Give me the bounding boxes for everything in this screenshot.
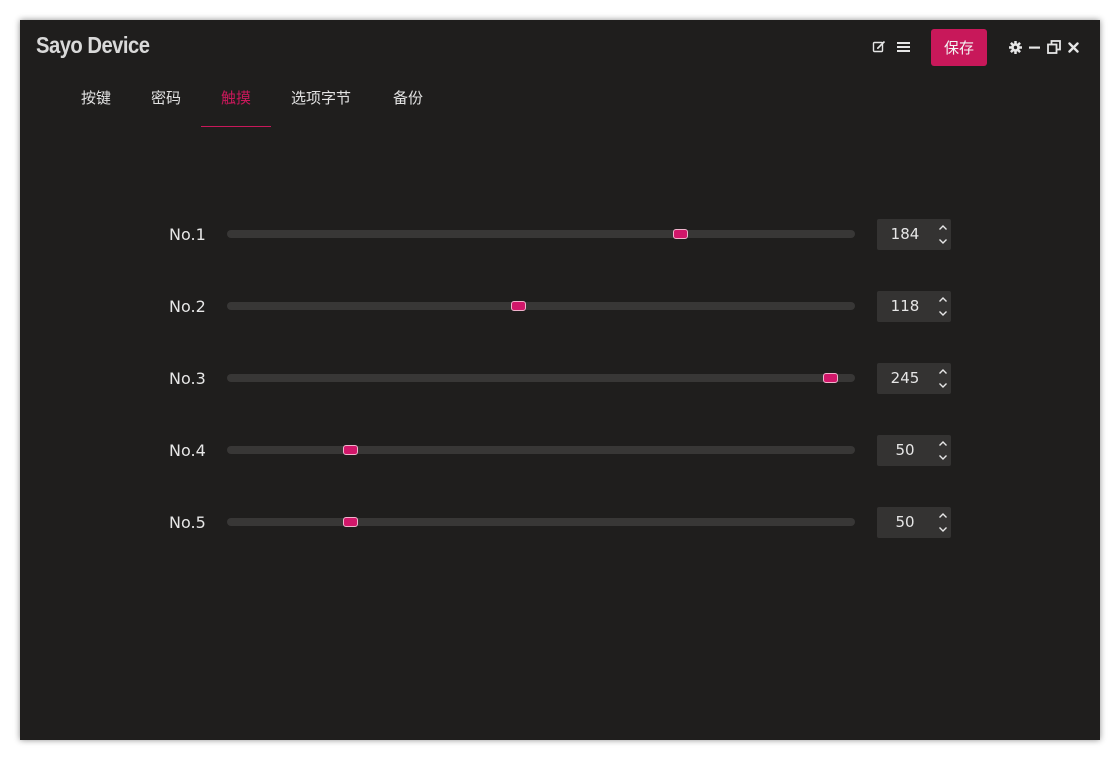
value-spinbox[interactable]: 50: [877, 507, 951, 538]
spin-down-icon[interactable]: [935, 522, 951, 537]
slider-track[interactable]: [227, 229, 855, 239]
spin-down-icon[interactable]: [935, 306, 951, 321]
save-button[interactable]: 保存: [931, 29, 987, 66]
spinbox-value[interactable]: 184: [877, 219, 933, 250]
value-spinbox[interactable]: 245: [877, 363, 951, 394]
close-icon[interactable]: [1066, 39, 1080, 55]
slider-thumb[interactable]: [673, 229, 689, 239]
slider-track[interactable]: [227, 445, 855, 455]
spinbox-value[interactable]: 50: [877, 507, 933, 538]
value-spinbox[interactable]: 50: [877, 435, 951, 466]
gear-icon[interactable]: [1007, 39, 1023, 55]
slider-row: No.3 245: [20, 363, 1100, 395]
restore-icon[interactable]: [1046, 39, 1062, 55]
tab-touch[interactable]: 触摸: [201, 80, 271, 127]
spin-up-icon[interactable]: [935, 220, 951, 235]
spin-up-icon[interactable]: [935, 436, 951, 451]
app-window: Sayo Device 保存 按键 密码 触摸 选项字节 备份 No.1 184…: [20, 20, 1100, 740]
spin-down-icon[interactable]: [935, 378, 951, 393]
tab-password[interactable]: 密码: [142, 80, 190, 126]
slider-track[interactable]: [227, 373, 855, 383]
menu-icon[interactable]: [895, 39, 911, 55]
slider-thumb[interactable]: [343, 445, 359, 455]
tab-keys[interactable]: 按键: [72, 80, 120, 126]
spinbox-value[interactable]: 50: [877, 435, 933, 466]
spin-up-icon[interactable]: [935, 508, 951, 523]
slider-thumb[interactable]: [343, 517, 359, 527]
tab-bar: 按键 密码 触摸 选项字节 备份: [20, 80, 1100, 127]
spin-down-icon[interactable]: [935, 450, 951, 465]
slider-row: No.4 50: [20, 435, 1100, 467]
slider-label: No.2: [169, 297, 206, 316]
slider-label: No.1: [169, 225, 206, 244]
slider-label: No.3: [169, 369, 206, 388]
spin-up-icon[interactable]: [935, 292, 951, 307]
slider-label: No.4: [169, 441, 206, 460]
slider-row: No.2 118: [20, 291, 1100, 323]
spin-down-icon[interactable]: [935, 234, 951, 249]
tab-option-bytes[interactable]: 选项字节: [282, 80, 360, 126]
slider-row: No.1 184: [20, 219, 1100, 251]
slider-thumb[interactable]: [823, 373, 839, 383]
minimize-icon[interactable]: [1027, 39, 1041, 55]
slider-track[interactable]: [227, 301, 855, 311]
spinbox-value[interactable]: 118: [877, 291, 933, 322]
value-spinbox[interactable]: 184: [877, 219, 951, 250]
slider-track[interactable]: [227, 517, 855, 527]
spin-up-icon[interactable]: [935, 364, 951, 379]
slider-row: No.5 50: [20, 507, 1100, 539]
tab-backup[interactable]: 备份: [384, 80, 432, 126]
slider-thumb[interactable]: [510, 301, 526, 311]
value-spinbox[interactable]: 118: [877, 291, 951, 322]
slider-label: No.5: [169, 513, 206, 532]
app-title: Sayo Device: [36, 32, 150, 58]
spinbox-value[interactable]: 245: [877, 363, 933, 394]
edit-icon[interactable]: [871, 39, 887, 55]
